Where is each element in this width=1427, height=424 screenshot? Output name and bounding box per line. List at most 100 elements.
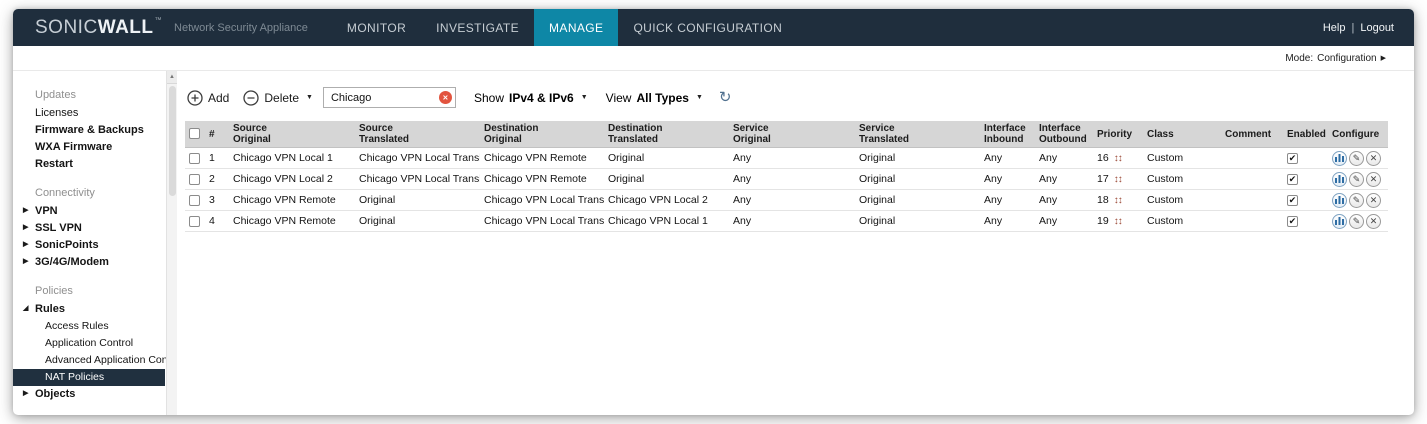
comment-cell bbox=[1221, 211, 1283, 232]
sidebar-item-label: Licenses bbox=[35, 107, 78, 119]
sidebar-item-application-control[interactable]: Application Control bbox=[13, 335, 165, 352]
nav-tab-investigate[interactable]: INVESTIGATE bbox=[421, 9, 534, 46]
sidebar-item-wxa-firmware[interactable]: WXA Firmware bbox=[13, 139, 165, 156]
row-checkbox[interactable] bbox=[189, 195, 200, 206]
service-original-cell: Any bbox=[729, 190, 855, 211]
search-input[interactable] bbox=[329, 91, 439, 105]
nav-tab-manage[interactable]: MANAGE bbox=[534, 9, 618, 46]
statistics-icon[interactable] bbox=[1332, 193, 1347, 208]
sidebar-item-vpn[interactable]: ▶VPN bbox=[13, 203, 165, 220]
row-checkbox[interactable] bbox=[189, 216, 200, 227]
sidebar-item-advanced-application-control[interactable]: Advanced Application Control bbox=[13, 352, 165, 369]
interface-outbound-cell: Any bbox=[1035, 190, 1093, 211]
statistics-icon[interactable] bbox=[1332, 151, 1347, 166]
circle-plus-icon bbox=[187, 90, 203, 106]
sidebar-scrollbar[interactable]: ▲ bbox=[166, 71, 177, 415]
table-header-row: #SourceOriginalSourceTranslatedDestinati… bbox=[185, 121, 1388, 148]
priority-reorder-icon[interactable]: ↕↕ bbox=[1114, 195, 1122, 206]
row-checkbox[interactable] bbox=[189, 174, 200, 185]
show-filter[interactable]: Show IPv4 & IPv6 ▼ bbox=[474, 91, 588, 105]
priority-cell: 17↕↕ bbox=[1093, 169, 1143, 190]
delete-button[interactable]: Delete ▼ bbox=[243, 90, 313, 106]
column-header-service-original: ServiceOriginal bbox=[729, 121, 855, 148]
interface-outbound-cell: Any bbox=[1035, 211, 1093, 232]
class-cell: Custom bbox=[1143, 169, 1221, 190]
add-button[interactable]: Add bbox=[187, 90, 229, 106]
sidebar: UpdatesLicensesFirmware & BackupsWXA Fir… bbox=[13, 71, 177, 415]
logo-sonic: SONIC bbox=[35, 17, 98, 38]
edit-icon[interactable]: ✎ bbox=[1349, 151, 1364, 166]
service-translated-cell: Original bbox=[855, 190, 980, 211]
view-filter[interactable]: View All Types ▼ bbox=[606, 91, 703, 105]
priority-cell: 19↕↕ bbox=[1093, 211, 1143, 232]
priority-reorder-icon[interactable]: ↕↕ bbox=[1114, 216, 1122, 227]
statistics-icon[interactable] bbox=[1332, 214, 1347, 229]
delete-icon[interactable]: ✕ bbox=[1366, 214, 1381, 229]
delete-icon[interactable]: ✕ bbox=[1366, 172, 1381, 187]
chevron-down-icon: ▼ bbox=[696, 94, 703, 101]
clear-search-icon[interactable]: ✕ bbox=[439, 91, 452, 104]
tree-collapsed-icon[interactable]: ▶ bbox=[23, 224, 28, 231]
mode-value[interactable]: Configuration bbox=[1317, 53, 1376, 64]
service-original-cell: Any bbox=[729, 169, 855, 190]
show-value[interactable]: IPv4 & IPv6 bbox=[509, 91, 574, 105]
sidebar-item-ssl-vpn[interactable]: ▶SSL VPN bbox=[13, 220, 165, 237]
nav-tab-quick-configuration[interactable]: QUICK CONFIGURATION bbox=[618, 9, 797, 46]
delete-icon[interactable]: ✕ bbox=[1366, 193, 1381, 208]
interface-inbound-cell: Any bbox=[980, 190, 1035, 211]
interface-inbound-cell: Any bbox=[980, 148, 1035, 169]
priority-reorder-icon[interactable]: ↕↕ bbox=[1114, 174, 1122, 185]
edit-icon[interactable]: ✎ bbox=[1349, 214, 1364, 229]
priority-reorder-icon[interactable]: ↕↕ bbox=[1114, 153, 1122, 164]
sidebar-item-objects[interactable]: ▶Objects bbox=[13, 386, 165, 403]
sidebar-item-access-rules[interactable]: Access Rules bbox=[13, 318, 165, 335]
column-header-interface-outbound: InterfaceOutbound bbox=[1035, 121, 1093, 148]
mode-arrow-icon[interactable]: ▶ bbox=[1381, 55, 1386, 62]
delete-icon[interactable]: ✕ bbox=[1366, 151, 1381, 166]
nav-tab-monitor[interactable]: MONITOR bbox=[332, 9, 421, 46]
tree-expanded-icon[interactable]: ◢ bbox=[23, 305, 28, 312]
scrollbar-thumb[interactable] bbox=[169, 86, 176, 196]
tree-collapsed-icon[interactable]: ▶ bbox=[23, 258, 28, 265]
scroll-up-icon[interactable]: ▲ bbox=[167, 71, 177, 84]
sidebar-item-licenses[interactable]: Licenses bbox=[13, 105, 165, 122]
tree-collapsed-icon[interactable]: ▶ bbox=[23, 207, 28, 214]
enabled-checkbox[interactable]: ✔ bbox=[1287, 195, 1298, 206]
enabled-checkbox[interactable]: ✔ bbox=[1287, 174, 1298, 185]
source-translated-cell: Original bbox=[355, 190, 480, 211]
tree-collapsed-icon[interactable]: ▶ bbox=[23, 390, 28, 397]
nat-policies-table: #SourceOriginalSourceTranslatedDestinati… bbox=[185, 121, 1388, 232]
top-header: SONICWALL™ Network Security Appliance MO… bbox=[13, 9, 1414, 46]
refresh-icon[interactable]: ↻ bbox=[719, 90, 732, 105]
search-box[interactable]: ✕ bbox=[323, 87, 456, 108]
select-all-checkbox[interactable] bbox=[189, 128, 200, 139]
edit-icon[interactable]: ✎ bbox=[1349, 193, 1364, 208]
table-row: 2Chicago VPN Local 2Chicago VPN Local Tr… bbox=[185, 169, 1388, 190]
edit-icon[interactable]: ✎ bbox=[1349, 172, 1364, 187]
sidebar-item-sonicpoints[interactable]: ▶SonicPoints bbox=[13, 237, 165, 254]
sidebar-item-firmware-backups[interactable]: Firmware & Backups bbox=[13, 122, 165, 139]
logout-link[interactable]: Logout bbox=[1360, 22, 1394, 34]
toolbar: Add Delete ▼ ✕ Show IPv4 & IPv6 ▼ Vi bbox=[187, 87, 1414, 108]
sidebar-item-nat-policies[interactable]: NAT Policies bbox=[13, 369, 165, 386]
row-select-cell bbox=[185, 169, 205, 190]
interface-outbound-cell: Any bbox=[1035, 148, 1093, 169]
destination-translated-cell: Chicago VPN Local 2 bbox=[604, 190, 729, 211]
sidebar-item-3g-4g-modem[interactable]: ▶3G/4G/Modem bbox=[13, 254, 165, 271]
sidebar-item-restart[interactable]: Restart bbox=[13, 156, 165, 173]
help-link[interactable]: Help bbox=[1323, 22, 1346, 34]
tree-collapsed-icon[interactable]: ▶ bbox=[23, 241, 28, 248]
column-header-source-translated: SourceTranslated bbox=[355, 121, 480, 148]
view-value[interactable]: All Types bbox=[636, 91, 688, 105]
sidebar-item-label: Advanced Application Control bbox=[45, 354, 177, 366]
statistics-icon[interactable] bbox=[1332, 172, 1347, 187]
destination-translated-cell: Original bbox=[604, 169, 729, 190]
service-original-cell: Any bbox=[729, 211, 855, 232]
app-window: SONICWALL™ Network Security Appliance MO… bbox=[13, 9, 1414, 415]
row-number-cell: 1 bbox=[205, 148, 229, 169]
row-checkbox[interactable] bbox=[189, 153, 200, 164]
enabled-checkbox[interactable]: ✔ bbox=[1287, 153, 1298, 164]
column-header-service-translated: ServiceTranslated bbox=[855, 121, 980, 148]
sidebar-item-rules[interactable]: ◢Rules bbox=[13, 301, 165, 318]
enabled-checkbox[interactable]: ✔ bbox=[1287, 216, 1298, 227]
